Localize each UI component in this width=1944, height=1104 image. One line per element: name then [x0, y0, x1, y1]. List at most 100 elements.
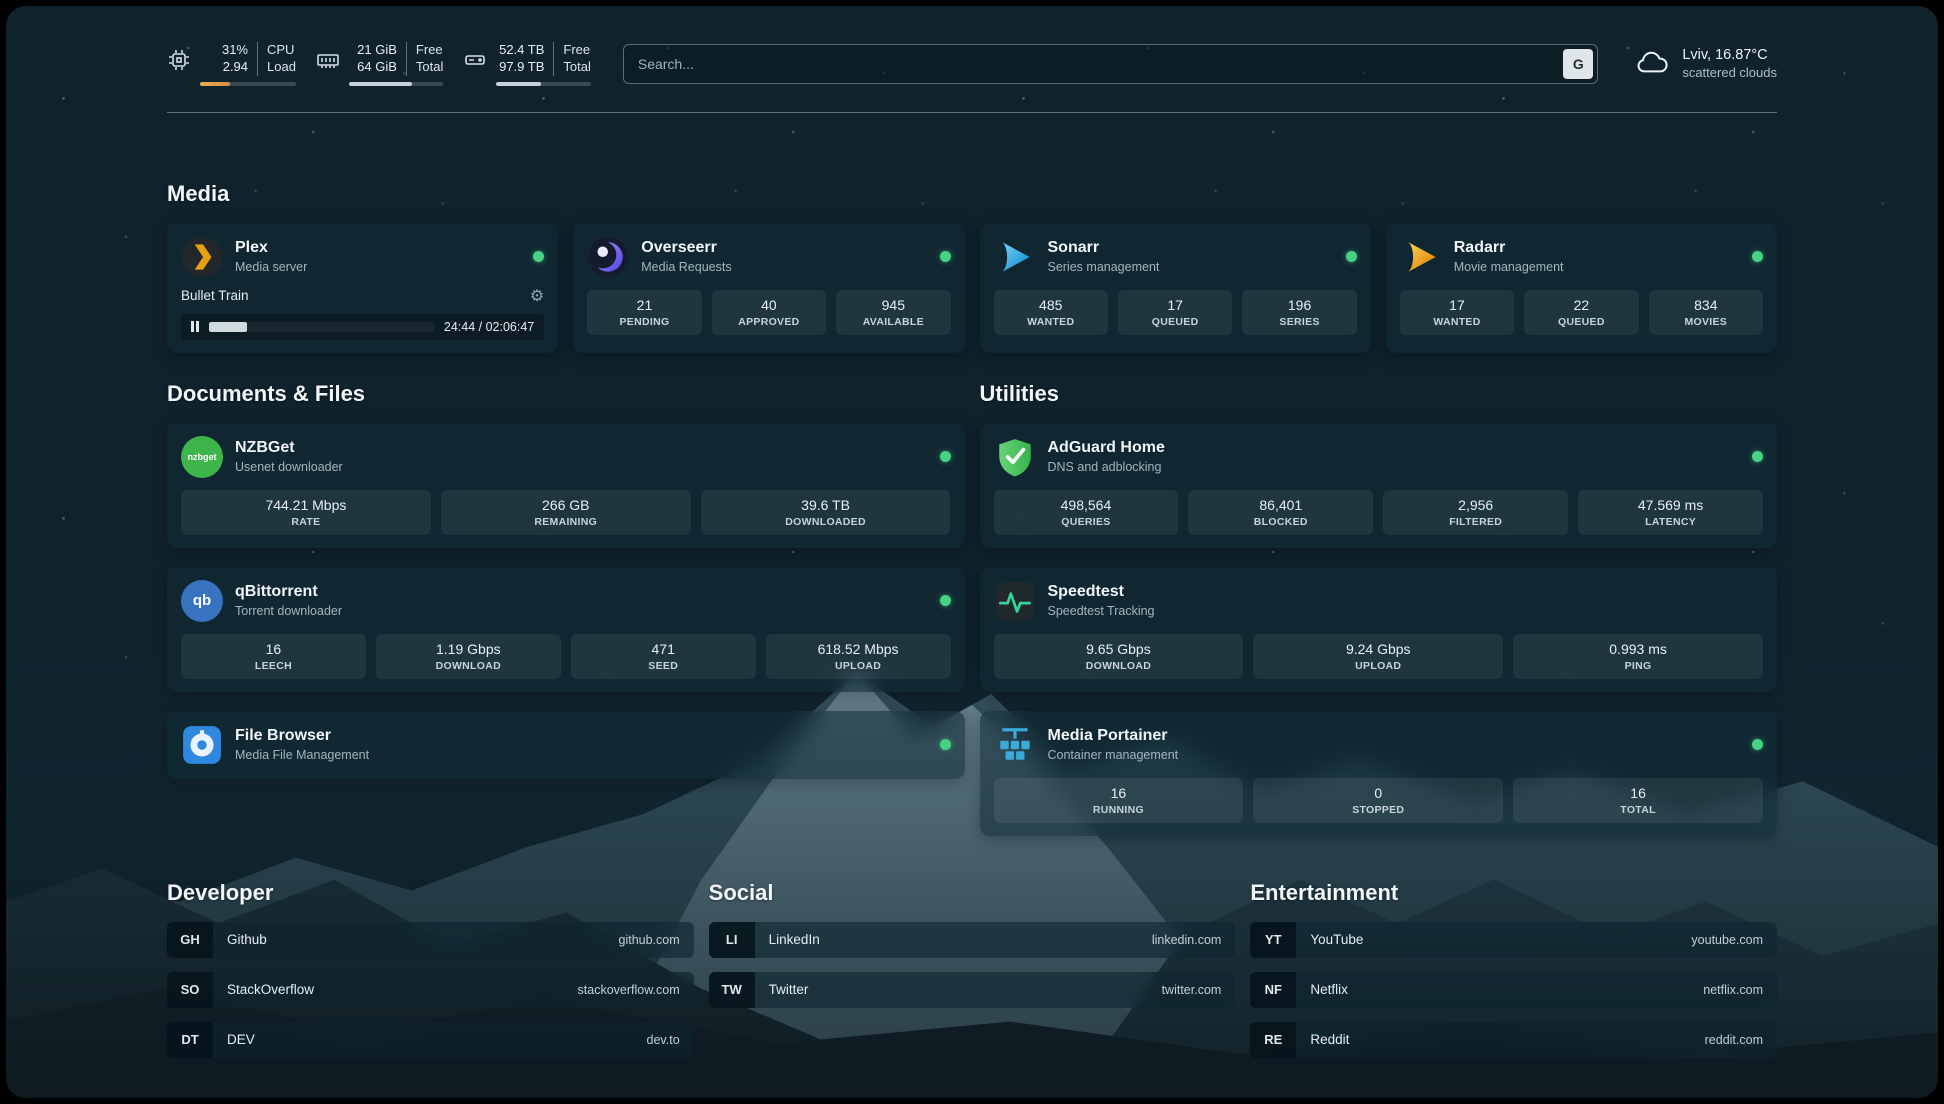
bookmark-abbr: SO: [167, 972, 213, 1008]
stat-total: 16TOTAL: [1513, 778, 1763, 823]
section-title-utilities: Utilities: [980, 381, 1778, 407]
bookmark-group-social: Social LI LinkedIn linkedin.com TW Twitt…: [709, 880, 1236, 1058]
app-card-qbittorrent[interactable]: qb qBittorrent Torrent downloader 16LEEC…: [167, 567, 965, 692]
app-subtitle: Movie management: [1454, 260, 1564, 274]
bookmark-name: YouTube: [1310, 932, 1363, 947]
divider: [257, 42, 258, 76]
stat-download: 1.19 GbpsDOWNLOAD: [376, 634, 561, 679]
bookmark-name: StackOverflow: [227, 982, 314, 997]
bookmark-linkedin[interactable]: LI LinkedIn linkedin.com: [709, 922, 1236, 958]
top-bar: 31% 2.94 CPU Load: [167, 42, 1777, 86]
stat-ping: 0.993 msPING: [1513, 634, 1763, 679]
app-card-overseerr[interactable]: Overseerr Media Requests 21PENDING 40APP…: [573, 223, 964, 353]
app-subtitle: DNS and adblocking: [1048, 460, 1165, 474]
bookmark-name: DEV: [227, 1032, 255, 1047]
memory-progress-track: [349, 82, 443, 86]
bookmark-name: Github: [227, 932, 267, 947]
status-dot-online: [1752, 451, 1763, 462]
bookmark-netflix[interactable]: NF Netflix netflix.com: [1250, 972, 1777, 1008]
stat-blocked: 86,401BLOCKED: [1188, 490, 1373, 535]
stat-filtered: 2,956FILTERED: [1383, 490, 1568, 535]
playback-progress-track[interactable]: [209, 322, 434, 332]
status-dot-online: [940, 251, 951, 262]
bookmark-abbr: LI: [709, 922, 755, 958]
bookmark-abbr: NF: [1250, 972, 1296, 1008]
app-name: Plex: [235, 239, 307, 257]
playback-progress-fill: [209, 322, 247, 332]
bookmark-name: Reddit: [1310, 1032, 1349, 1047]
stat-wanted: 17WANTED: [1400, 290, 1514, 335]
pause-icon[interactable]: [191, 321, 199, 332]
cpu-load-value: 2.94: [223, 59, 248, 76]
weather-condition: scattered clouds: [1682, 65, 1777, 80]
app-card-radarr[interactable]: Radarr Movie management 17WANTED 22QUEUE…: [1386, 223, 1777, 353]
overseerr-icon: [587, 236, 629, 278]
app-name: NZBGet: [235, 439, 343, 457]
app-subtitle: Torrent downloader: [235, 604, 342, 618]
stat-upload: 9.24 GbpsUPLOAD: [1253, 634, 1503, 679]
nzbget-icon: nzbget: [181, 436, 223, 478]
app-card-adguard[interactable]: AdGuard Home DNS and adblocking 498,564Q…: [980, 423, 1778, 548]
stat-movies: 834MOVIES: [1649, 290, 1763, 335]
app-subtitle: Media server: [235, 260, 307, 274]
bookmark-url: netflix.com: [1703, 983, 1763, 997]
app-card-speedtest[interactable]: Speedtest Speedtest Tracking 9.65 GbpsDO…: [980, 567, 1778, 692]
disk-total-value: 97.9 TB: [499, 59, 544, 76]
stat-remaining: 266 GBREMAINING: [441, 490, 691, 535]
adguard-shield-icon: [994, 436, 1036, 478]
app-name: qBittorrent: [235, 583, 342, 601]
section-media: Media Plex Media server: [167, 181, 1777, 353]
stat-rate: 744.21 MbpsRATE: [181, 490, 431, 535]
bookmark-url: youtube.com: [1691, 933, 1763, 947]
bookmark-youtube[interactable]: YT YouTube youtube.com: [1250, 922, 1777, 958]
divider: [553, 42, 554, 76]
stat-approved: 40APPROVED: [712, 290, 826, 335]
cpu-label: CPU: [267, 42, 296, 59]
memory-progress-fill: [349, 82, 412, 86]
search-bar[interactable]: G: [623, 44, 1598, 84]
app-card-filebrowser[interactable]: File Browser Media File Management: [167, 711, 965, 779]
bookmark-dev[interactable]: DT DEV dev.to: [167, 1022, 694, 1058]
search-input[interactable]: [623, 44, 1598, 84]
bookmark-url: stackoverflow.com: [578, 983, 680, 997]
bookmark-stackoverflow[interactable]: SO StackOverflow stackoverflow.com: [167, 972, 694, 1008]
bookmark-github[interactable]: GH Github github.com: [167, 922, 694, 958]
app-card-plex[interactable]: Plex Media server Bullet Train ⚙ 24:44 /…: [167, 223, 558, 353]
ram-icon: [316, 48, 340, 72]
stat-series: 196SERIES: [1242, 290, 1356, 335]
disk-free-label: Free: [563, 42, 590, 59]
app-card-sonarr[interactable]: Sonarr Series management 485WANTED 17QUE…: [980, 223, 1371, 353]
app-name: AdGuard Home: [1048, 439, 1165, 457]
settings-gear-icon[interactable]: ⚙: [530, 286, 544, 306]
app-name: Sonarr: [1048, 239, 1160, 257]
plex-icon: [181, 236, 223, 278]
app-card-nzbget[interactable]: nzbget NZBGet Usenet downloader 744.21 M…: [167, 423, 965, 548]
dashboard-screen: 31% 2.94 CPU Load: [6, 6, 1938, 1098]
disk-free-value: 52.4 TB: [499, 42, 544, 59]
app-subtitle: Media Requests: [641, 260, 731, 274]
bookmark-abbr: YT: [1250, 922, 1296, 958]
speedtest-icon: [994, 580, 1036, 622]
status-dot-online: [1752, 739, 1763, 750]
plex-player-bar[interactable]: 24:44 / 02:06:47: [181, 314, 544, 340]
bookmark-name: LinkedIn: [769, 932, 820, 947]
stat-wanted: 485WANTED: [994, 290, 1108, 335]
search-engine-button[interactable]: G: [1563, 49, 1593, 79]
now-playing-title: Bullet Train: [181, 288, 249, 303]
stat-running: 16RUNNING: [994, 778, 1244, 823]
bookmark-reddit[interactable]: RE Reddit reddit.com: [1250, 1022, 1777, 1058]
disk-total-label: Total: [563, 59, 590, 76]
qbittorrent-icon: qb: [181, 580, 223, 622]
section-title-entertainment: Entertainment: [1250, 880, 1777, 906]
bookmark-abbr: RE: [1250, 1022, 1296, 1058]
bookmark-twitter[interactable]: TW Twitter twitter.com: [709, 972, 1236, 1008]
cpu-widget: 31% 2.94 CPU Load: [167, 42, 296, 86]
stat-seed: 471SEED: [571, 634, 756, 679]
weather-widget: Lviv, 16.87°C scattered clouds: [1634, 47, 1777, 80]
section-title-media: Media: [167, 181, 1777, 207]
bookmark-abbr: DT: [167, 1022, 213, 1058]
app-name: Overseerr: [641, 239, 731, 257]
section-title-documents: Documents & Files: [167, 381, 965, 407]
memory-total-value: 64 GiB: [357, 59, 397, 76]
app-card-portainer[interactable]: Media Portainer Container management 16R…: [980, 711, 1778, 836]
